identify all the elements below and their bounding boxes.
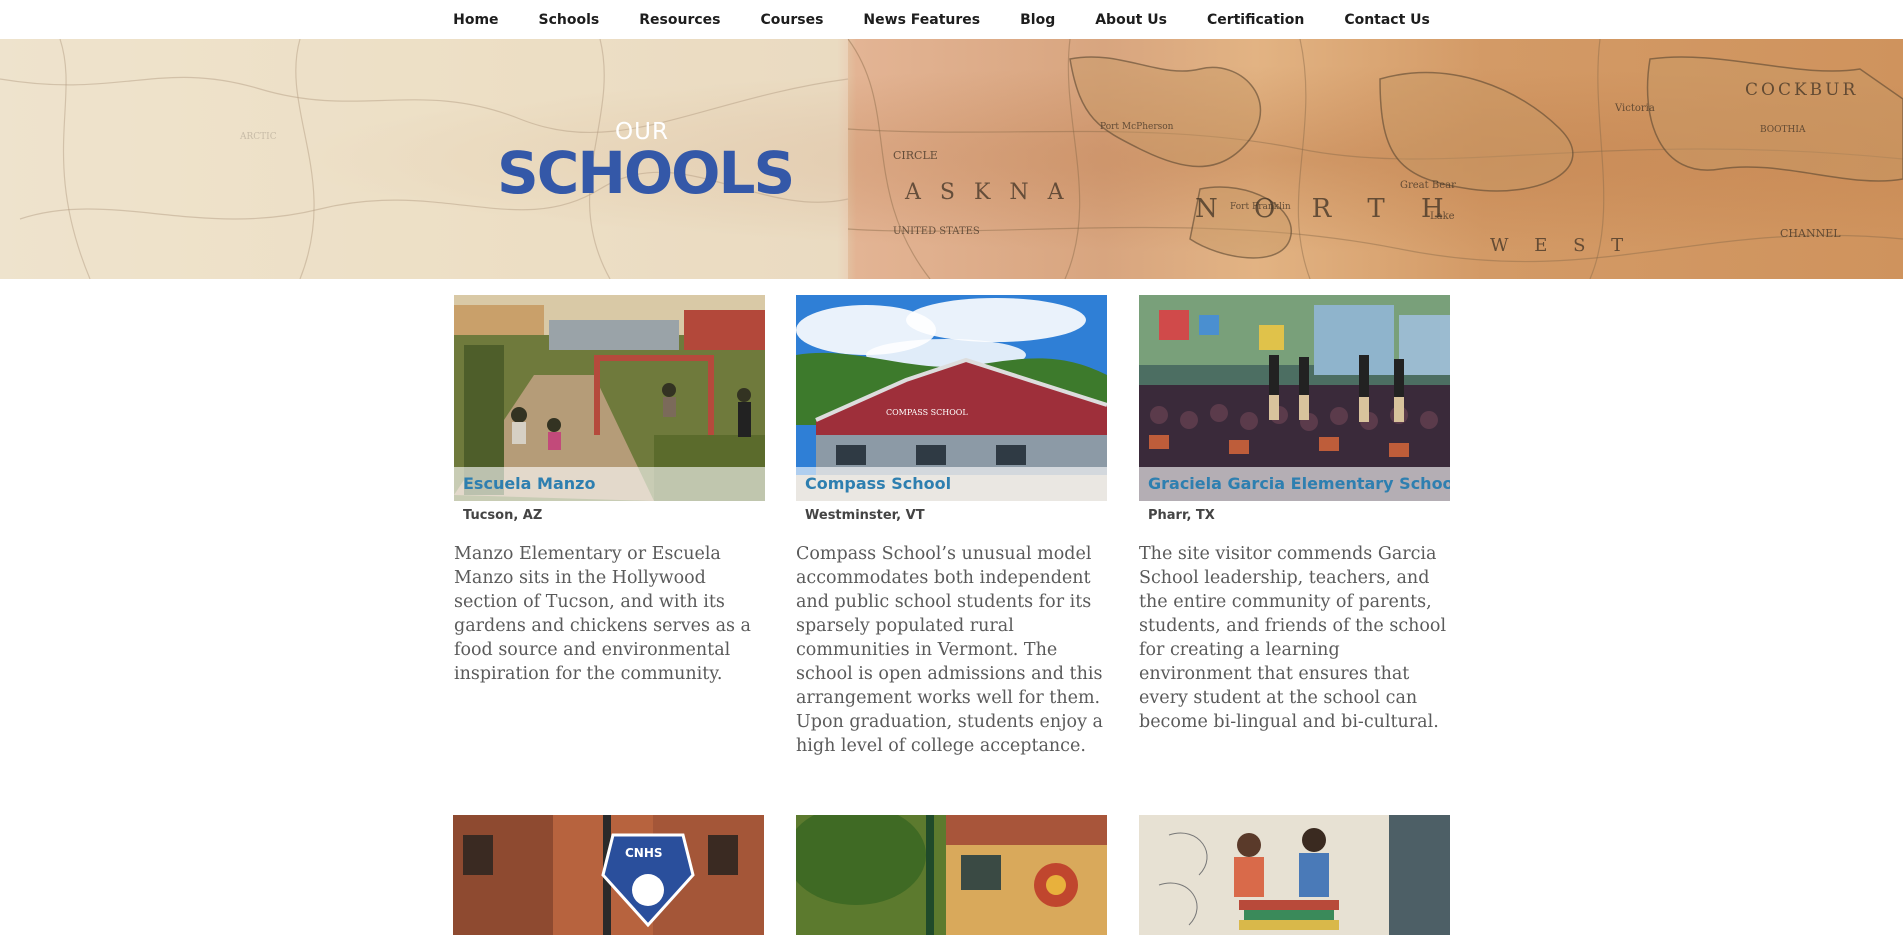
map-label: COCKBUR (1745, 80, 1858, 100)
school-location: Pharr, TX (1148, 508, 1215, 523)
hero-banner: CIRCLE A S K N A UNITED STATES N O R T H… (0, 39, 1903, 279)
school-card-image[interactable]: COMPASS SCHOOL Compass School (796, 295, 1107, 501)
school-location: Westminster, VT (805, 508, 925, 523)
trees-building-photo (796, 815, 1107, 935)
school-card-image-row2-1[interactable]: CNHS (453, 815, 764, 935)
page-title: SCHOOLS (497, 139, 795, 207)
mural-photo (1139, 815, 1450, 935)
brick-school-sign-photo: CNHS (453, 815, 764, 935)
school-name-band: Compass School (796, 467, 1107, 501)
top-navigation: Home Schools Resources Courses News Feat… (0, 0, 1903, 39)
map-label: BOOTHIA (1760, 125, 1806, 135)
nav-about-us[interactable]: About Us (1095, 12, 1167, 28)
school-description: The site visitor commends Garcia School … (1139, 544, 1447, 732)
school-name-band: Graciela Garcia Elementary School (1139, 467, 1450, 501)
nav-home[interactable]: Home (453, 12, 498, 28)
map-label: W E S T (1490, 235, 1633, 256)
school-name-band: Escuela Manzo (454, 467, 765, 501)
nav-resources[interactable]: Resources (639, 12, 720, 28)
nav-certification[interactable]: Certification (1207, 12, 1304, 28)
school-description: Compass School’s unusual model accommoda… (796, 544, 1103, 756)
school-card-image[interactable]: Graciela Garcia Elementary School (1139, 295, 1450, 501)
map-label: Fort Franklin (1230, 202, 1291, 212)
school-name-link[interactable]: Escuela Manzo (463, 474, 595, 493)
school-location: Tucson, AZ (463, 508, 543, 523)
map-label: Victoria (1614, 103, 1655, 114)
nav-menu: Home Schools Resources Courses News Feat… (433, 12, 1450, 28)
nav-schools[interactable]: Schools (539, 12, 600, 28)
school-card-image-row2-2[interactable] (796, 815, 1107, 935)
school-card-compass-school: COMPASS SCHOOL Compass School Westminste… (796, 295, 1107, 758)
school-description: Manzo Elementary or Escuela Manzo sits i… (454, 544, 751, 684)
school-card-graciela-garcia: Graciela Garcia Elementary School Pharr,… (1139, 295, 1450, 734)
school-crest-sign: CNHS (625, 846, 663, 860)
school-card-image[interactable]: Escuela Manzo (454, 295, 765, 501)
map-label: Great Bear (1400, 180, 1456, 191)
compass-school-sign: COMPASS SCHOOL (886, 408, 968, 417)
school-card-escuela-manzo: Escuela Manzo Tucson, AZ Manzo Elementar… (454, 295, 765, 686)
map-label: Lake (1430, 211, 1455, 222)
map-label: UNITED STATES (893, 226, 980, 237)
nav-blog[interactable]: Blog (1020, 12, 1055, 28)
nav-courses[interactable]: Courses (760, 12, 823, 28)
map-label: CHANNEL (1780, 227, 1841, 240)
school-name-link[interactable]: Compass School (805, 474, 951, 493)
map-label: A S K N A (904, 180, 1070, 205)
map-label: CIRCLE (893, 149, 938, 162)
nav-contact-us[interactable]: Contact Us (1344, 12, 1430, 28)
map-label: Port McPherson (1100, 122, 1174, 132)
nav-news-features[interactable]: News Features (863, 12, 980, 28)
school-card-image-row2-3[interactable] (1139, 815, 1450, 935)
school-name-link[interactable]: Graciela Garcia Elementary School (1148, 474, 1450, 493)
